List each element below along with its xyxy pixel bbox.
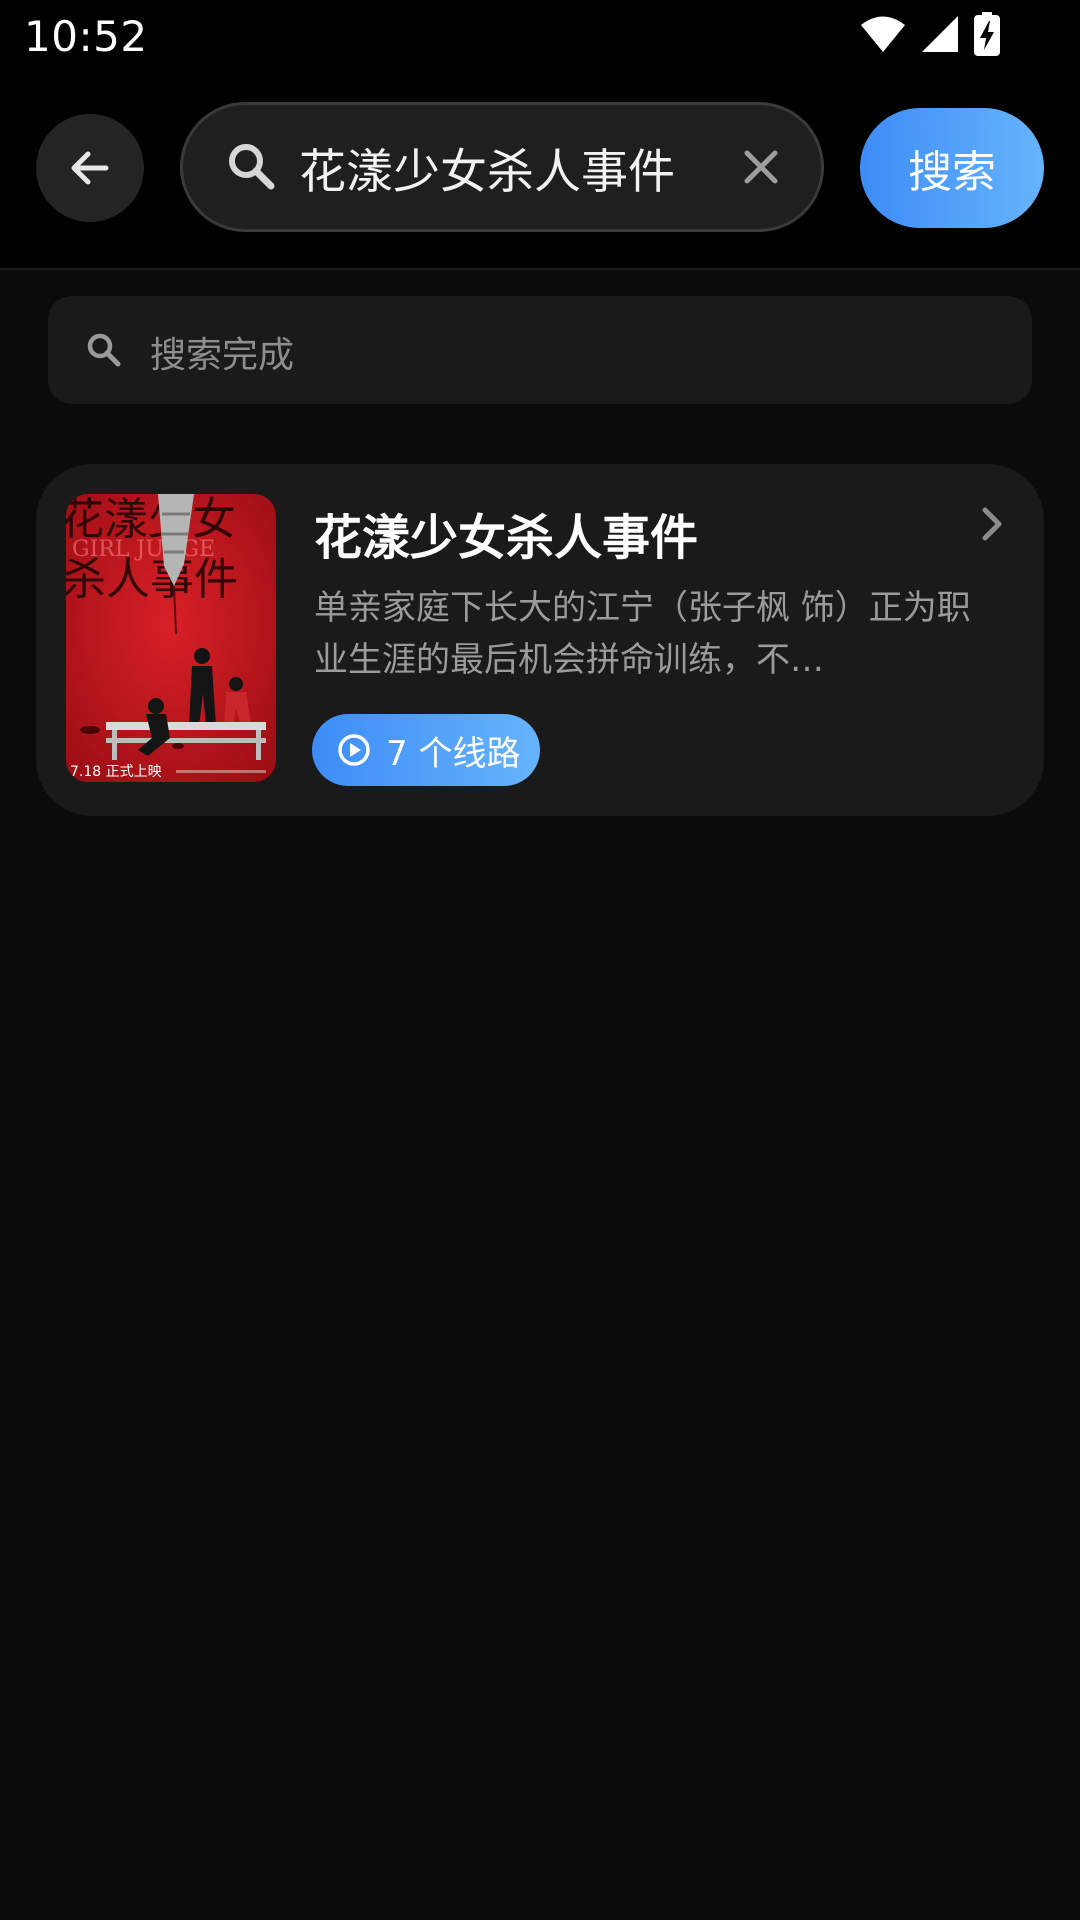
poster-image: 花漾少女 GIRL JUDGE 杀人事件 7.18 正式上映 bbox=[66, 494, 276, 782]
play-circle-icon bbox=[338, 734, 370, 766]
chevron-right-icon bbox=[982, 507, 1002, 541]
battery-charging-icon bbox=[974, 12, 1000, 56]
clear-search-button[interactable] bbox=[729, 135, 793, 199]
status-bar: 10:52 bbox=[0, 0, 1080, 72]
movie-description: 单亲家庭下长大的江宁（张子枫 饰）正为职业生涯的最后机会拼命训练，不… bbox=[314, 588, 971, 680]
search-button[interactable]: 搜索 bbox=[860, 108, 1044, 228]
search-box[interactable] bbox=[180, 102, 824, 232]
result-card[interactable]: 花漾少女 GIRL JUDGE 杀人事件 7.18 正式上映 花漾少女杀人事件 … bbox=[36, 464, 1044, 816]
poster-title-line2: 杀人事件 bbox=[66, 554, 238, 605]
poster-release-date: 7.18 正式上映 bbox=[70, 764, 162, 780]
movie-title: 花漾少女杀人事件 bbox=[314, 510, 699, 566]
movie-poster: 花漾少女 GIRL JUDGE 杀人事件 7.18 正式上映 bbox=[66, 494, 276, 782]
search-icon bbox=[87, 333, 121, 367]
search-header: 搜索 bbox=[0, 72, 1080, 270]
wifi-icon bbox=[860, 14, 906, 54]
routes-label: 7 个线路 bbox=[386, 733, 521, 774]
search-status-text: 搜索完成 bbox=[150, 335, 295, 376]
routes-button[interactable]: 7 个线路 bbox=[312, 714, 540, 786]
search-icon bbox=[229, 144, 275, 190]
back-button[interactable] bbox=[36, 114, 144, 222]
app-screen: 10:52 花漾少女杀人事件 搜索 搜索完成 花漾少女 GIRL JUDGE 杀… bbox=[0, 0, 1080, 1920]
status-time: 10:52 bbox=[24, 12, 148, 61]
status-icons bbox=[860, 12, 1000, 56]
search-status-bar: 搜索完成 bbox=[48, 296, 1032, 404]
close-icon bbox=[744, 150, 778, 184]
arrow-left-icon bbox=[71, 151, 109, 185]
signal-icon bbox=[920, 14, 960, 54]
search-input[interactable] bbox=[299, 123, 719, 211]
